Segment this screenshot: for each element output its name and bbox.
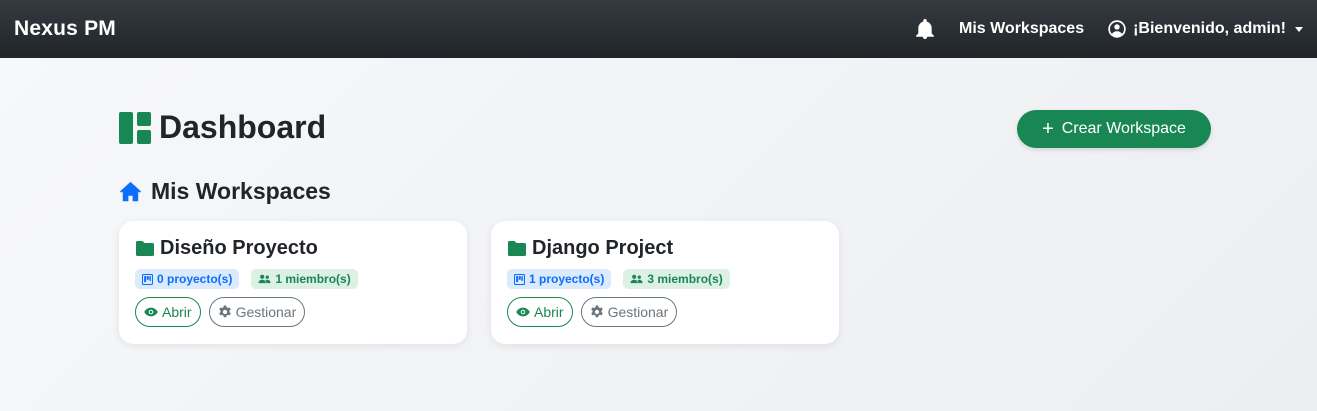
dashboard-icon xyxy=(119,111,151,144)
user-greeting: ¡Bienvenido, admin! xyxy=(1133,20,1286,37)
workspace-actions: Abrir Gestionar xyxy=(507,297,823,327)
manage-button-label: Gestionar xyxy=(607,304,669,320)
members-count: 3 miembro(s) xyxy=(647,272,723,286)
workspace-title: Diseño Proyecto xyxy=(135,237,451,260)
projects-count: 0 proyecto(s) xyxy=(157,272,233,286)
nav-link-workspaces[interactable]: Mis Workspaces xyxy=(959,20,1084,38)
workspace-title: Django Project xyxy=(507,237,823,260)
projects-count: 1 proyecto(s) xyxy=(529,272,605,286)
kanban-icon xyxy=(514,273,525,285)
workspace-badges: 0 proyecto(s) 1 miembro(s) xyxy=(135,269,451,289)
workspace-name: Diseño Proyecto xyxy=(160,237,318,259)
manage-button-label: Gestionar xyxy=(235,304,297,320)
main-container: Dashboard + Crear Workspace xyxy=(0,58,1317,158)
workspace-card: Diseño Proyecto 0 proyecto(s) 1 miembro(… xyxy=(119,221,467,344)
people-icon xyxy=(258,274,271,284)
home-icon xyxy=(119,181,142,202)
projects-badge: 0 proyecto(s) xyxy=(135,269,240,289)
bell-icon[interactable] xyxy=(916,19,934,39)
folder-icon xyxy=(135,240,155,257)
navbar-right: Mis Workspaces ¡Bienvenido, admin! xyxy=(916,19,1303,39)
chevron-down-icon xyxy=(1295,26,1303,32)
user-menu-dropdown[interactable]: ¡Bienvenido, admin! xyxy=(1108,20,1303,38)
manage-button[interactable]: Gestionar xyxy=(208,297,306,327)
open-button-label: Abrir xyxy=(534,304,564,320)
top-navbar: Nexus PM Mis Workspaces ¡Bienvenido, adm… xyxy=(0,0,1317,58)
workspace-name: Django Project xyxy=(532,237,674,259)
section-title-text: Mis Workspaces xyxy=(151,178,331,204)
user-circle-icon xyxy=(1108,20,1126,38)
folder-icon xyxy=(507,240,527,257)
members-count: 1 miembro(s) xyxy=(275,272,351,286)
eye-icon xyxy=(144,307,158,317)
page-title-text: Dashboard xyxy=(159,109,327,145)
workspace-actions: Abrir Gestionar xyxy=(135,297,451,327)
page-title: Dashboard xyxy=(119,109,326,146)
create-workspace-button[interactable]: + Crear Workspace xyxy=(1017,110,1211,148)
gear-icon xyxy=(590,305,604,319)
workspace-cards: Diseño Proyecto 0 proyecto(s) 1 miembro(… xyxy=(119,221,863,344)
projects-badge: 1 proyecto(s) xyxy=(507,269,612,289)
members-badge: 1 miembro(s) xyxy=(251,269,358,289)
people-icon xyxy=(630,274,643,284)
plus-icon: + xyxy=(1042,118,1054,140)
open-button-label: Abrir xyxy=(162,304,192,320)
create-workspace-label: Crear Workspace xyxy=(1061,120,1186,137)
workspace-card: Django Project 1 proyecto(s) 3 miembro(s… xyxy=(491,221,839,344)
brand-logo[interactable]: Nexus PM xyxy=(14,17,116,41)
manage-button[interactable]: Gestionar xyxy=(580,297,678,327)
gear-icon xyxy=(218,305,232,319)
open-button[interactable]: Abrir xyxy=(135,297,201,327)
section-title: Mis Workspaces xyxy=(119,178,331,205)
eye-icon xyxy=(516,307,530,317)
open-button[interactable]: Abrir xyxy=(507,297,573,327)
workspace-badges: 1 proyecto(s) 3 miembro(s) xyxy=(507,269,823,289)
kanban-icon xyxy=(142,273,153,285)
page-header: Dashboard + Crear Workspace xyxy=(119,58,1317,158)
members-badge: 3 miembro(s) xyxy=(623,269,730,289)
